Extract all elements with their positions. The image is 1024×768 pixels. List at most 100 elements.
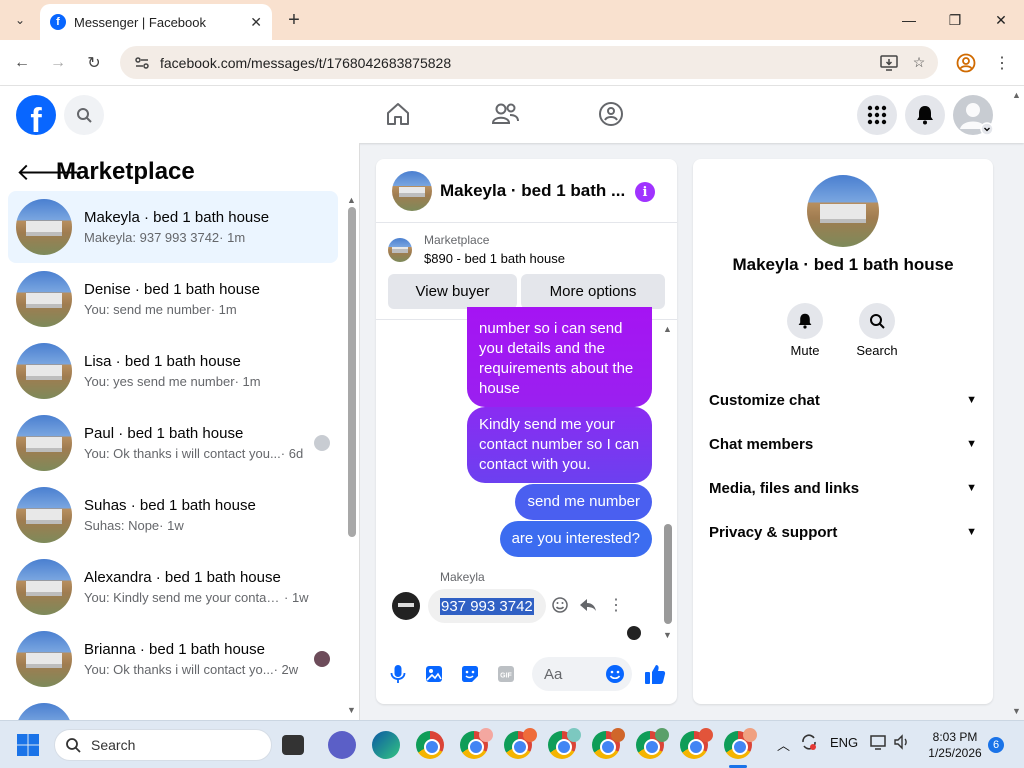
contact-avatar[interactable] (807, 175, 879, 247)
notification-count-badge[interactable]: 6 (988, 737, 1004, 753)
chrome-profile-icon[interactable] (548, 728, 581, 759)
sticker-icon[interactable] (459, 663, 481, 685)
home-icon[interactable] (384, 100, 412, 128)
chat-scrollbar[interactable]: ▲ ▼ (663, 324, 673, 642)
edge-icon[interactable] (372, 731, 400, 759)
tab-search-dropdown-icon[interactable]: ⌄ (8, 8, 32, 32)
groups-icon[interactable] (597, 100, 625, 128)
conversation-item[interactable]: Paul · bed 1 bath house You: Ok thanks i … (8, 407, 338, 479)
chat-avatar[interactable] (392, 170, 432, 211)
friends-icon[interactable] (491, 100, 519, 128)
chrome-active-icon[interactable] (724, 728, 757, 759)
mute-button[interactable]: Mute (775, 303, 835, 358)
conversation-item[interactable]: Lisa · bed 1 bath house You: yes send me … (8, 335, 338, 407)
search-in-chat-button[interactable]: Search (847, 303, 907, 358)
outgoing-message[interactable]: Kindly send me your contact number so I … (467, 407, 652, 483)
task-view-icon[interactable] (282, 735, 304, 755)
media-files-links-section[interactable]: Media, files and links ▼ (709, 477, 977, 499)
chrome-icon[interactable] (416, 731, 444, 759)
chevron-down-icon: ▼ (966, 482, 977, 494)
gif-icon[interactable]: GIF (495, 663, 517, 685)
install-app-icon[interactable] (878, 52, 900, 74)
scroll-up-icon[interactable]: ▲ (347, 195, 356, 205)
scroll-up-icon[interactable]: ▲ (663, 324, 672, 334)
outgoing-message[interactable]: are you interested? (499, 521, 652, 557)
sync-icon[interactable] (800, 733, 818, 754)
account-avatar[interactable] (953, 95, 993, 135)
volume-icon[interactable] (893, 733, 911, 754)
conversation-time: · 1w (284, 590, 309, 605)
notifications-button[interactable] (905, 95, 945, 135)
browser-tab[interactable]: f Messenger | Facebook ✕ (40, 4, 272, 40)
address-bar[interactable]: facebook.com/messages/t/1768042683875828… (120, 46, 938, 79)
chrome-profile-icon[interactable] (592, 728, 625, 759)
scrollbar-thumb[interactable] (664, 524, 672, 624)
listing-summary[interactable]: Marketplace $890 - bed 1 bath house (388, 233, 565, 266)
maximize-icon[interactable]: ❐ (932, 6, 978, 34)
windows-start-icon[interactable] (16, 733, 40, 757)
language-indicator[interactable]: ENG (830, 735, 858, 750)
privacy-support-section[interactable]: Privacy & support ▼ (709, 521, 977, 543)
customize-chat-section[interactable]: Customize chat ▼ (709, 389, 977, 411)
more-options-button[interactable]: More options (521, 274, 665, 309)
incoming-message[interactable]: 937 993 3742 (428, 589, 546, 623)
back-icon[interactable]: ← (10, 51, 34, 75)
scrollbar-thumb[interactable] (348, 207, 356, 537)
site-settings-icon[interactable] (134, 55, 150, 71)
conversation-item[interactable]: Brianna · bed 1 bath house You: Ok thanks… (8, 623, 338, 695)
taskbar-search[interactable]: Search (54, 729, 272, 761)
outgoing-message[interactable]: send me number (515, 484, 652, 520)
clock-date: 1/25/2026 (928, 746, 982, 760)
minimize-icon[interactable]: — (886, 6, 932, 34)
chrome-profile-icon[interactable] (636, 728, 669, 759)
menu-grid-button[interactable] (857, 95, 897, 135)
view-buyer-button[interactable]: View buyer (388, 274, 517, 309)
chrome-profile-icon[interactable] (460, 728, 493, 759)
chat-members-section[interactable]: Chat members ▼ (709, 433, 977, 455)
conversation-item[interactable]: John · bed 1 bath house (8, 695, 338, 720)
close-tab-icon[interactable]: ✕ (250, 14, 262, 31)
outgoing-message[interactable]: number so i can send you details and the… (467, 307, 652, 407)
microphone-icon[interactable] (387, 663, 409, 685)
info-icon[interactable]: i (635, 182, 655, 202)
facebook-logo-icon[interactable]: f (16, 95, 56, 135)
like-icon[interactable] (644, 663, 666, 685)
profile-icon[interactable] (954, 51, 978, 75)
photo-icon[interactable] (423, 663, 445, 685)
read-receipt-avatar (314, 435, 330, 451)
display-icon[interactable] (870, 733, 888, 754)
chat-panel: Makeyla · bed 1 bath ... i Marketplace $… (376, 159, 677, 704)
facebook-search-button[interactable] (64, 95, 104, 135)
scroll-down-icon[interactable]: ▼ (347, 705, 356, 715)
reload-icon[interactable]: ↻ (82, 51, 106, 75)
chrome-profile-icon[interactable] (504, 728, 537, 759)
reply-icon[interactable] (579, 596, 599, 616)
sender-avatar[interactable] (392, 592, 420, 620)
conversation-item[interactable]: Makeyla · bed 1 bath house Makeyla: 937 9… (8, 191, 338, 263)
system-clock[interactable]: 8:03 PM 1/25/2026 (920, 729, 990, 761)
back-arrow-icon[interactable]: 🡐 (16, 157, 80, 187)
scroll-down-icon[interactable]: ▼ (1012, 706, 1021, 716)
conversation-item[interactable]: Denise · bed 1 bath house You: send me nu… (8, 263, 338, 335)
teams-icon[interactable] (328, 731, 356, 759)
browser-menu-icon[interactable]: ⋮ (990, 51, 1014, 75)
conversation-item[interactable]: Alexandra · bed 1 bath house You: Kindly … (8, 551, 338, 623)
new-tab-icon[interactable]: + (282, 8, 306, 32)
page-scrollbar[interactable]: ▲ ▼ (1010, 88, 1024, 720)
close-window-icon[interactable]: ✕ (978, 6, 1024, 34)
scroll-down-icon[interactable]: ▼ (663, 630, 672, 640)
show-hidden-icons-icon[interactable]: ︿ (777, 735, 790, 754)
emoji-icon[interactable] (604, 663, 626, 685)
forward-icon[interactable]: → (46, 51, 70, 75)
chrome-profile-icon[interactable] (680, 728, 713, 759)
sidebar-scrollbar[interactable]: ▲ ▼ (346, 193, 356, 715)
conversation-item[interactable]: Suhas · bed 1 bath house Suhas: Nope · 1w (8, 479, 338, 551)
bookmark-star-icon[interactable]: ☆ (908, 52, 930, 74)
chat-title[interactable]: Makeyla · bed 1 bath ... (440, 181, 630, 201)
facebook-header: f (0, 86, 1024, 143)
bell-icon (917, 106, 933, 125)
chat-header[interactable]: Makeyla · bed 1 bath ... (376, 159, 677, 223)
scroll-up-icon[interactable]: ▲ (1012, 90, 1021, 100)
react-emoji-icon[interactable] (551, 596, 571, 616)
more-actions-icon[interactable]: ⋮ (608, 595, 624, 615)
